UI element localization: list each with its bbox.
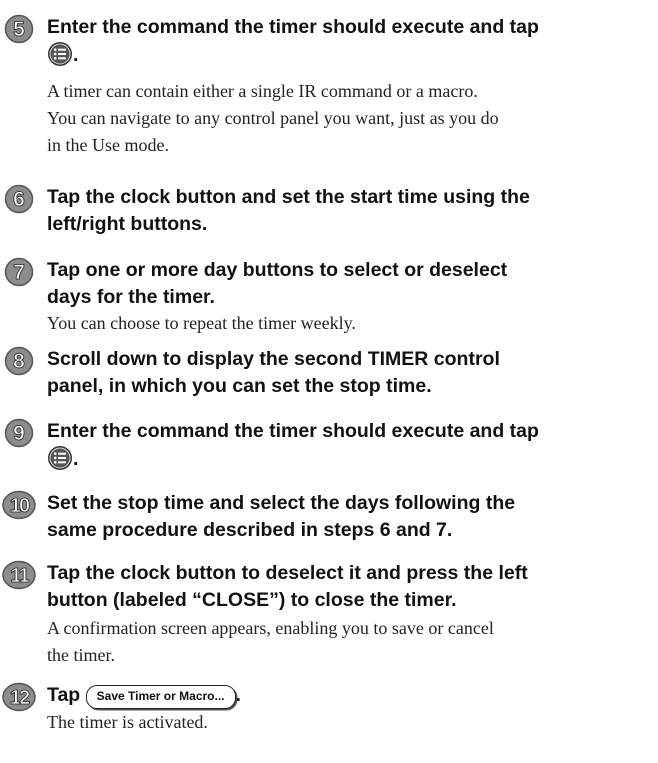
- step-description: A timer can contain either a single IR c…: [47, 81, 499, 155]
- step-number-badge: 8: [4, 346, 34, 376]
- step-heading: Tap the clock button to deselect it and …: [47, 562, 528, 611]
- step-number-badge: 11: [2, 560, 36, 590]
- step-heading: Tap Save Timer or Macro....: [47, 682, 655, 709]
- step-description: You can choose to repeat the timer weekl…: [47, 313, 356, 333]
- step-heading: Scroll down to display the second TIMER …: [47, 348, 500, 397]
- svg-text:7: 7: [13, 261, 25, 284]
- step-description: A confirmation screen appears, enabling …: [47, 618, 494, 665]
- step-number-badge: 6: [4, 184, 34, 214]
- step-number-badge: 12: [2, 682, 36, 712]
- step-number-badge: 9: [4, 418, 34, 448]
- step-heading: Tap one or more day buttons to select or…: [47, 259, 508, 308]
- step-heading: Enter the command the timer should execu…: [47, 420, 539, 471]
- step-number-badge: 7: [4, 257, 34, 287]
- step-number-badge: 5: [4, 14, 34, 44]
- step-heading: Tap the clock button and set the start t…: [47, 186, 530, 235]
- save-timer-or-macro-button[interactable]: Save Timer or Macro...: [85, 685, 236, 709]
- svg-text:10: 10: [10, 495, 30, 517]
- svg-text:6: 6: [13, 188, 25, 211]
- svg-text:11: 11: [10, 565, 29, 587]
- svg-text:9: 9: [13, 422, 25, 445]
- step-heading: Enter the command the timer should execu…: [47, 16, 539, 67]
- menu-list-icon: [47, 41, 73, 67]
- menu-list-icon: [47, 445, 73, 471]
- svg-text:12: 12: [10, 687, 30, 709]
- step-heading: Set the stop time and select the days fo…: [47, 492, 516, 541]
- step-number-badge: 10: [2, 490, 36, 520]
- step-description: The timer is activated.: [47, 712, 208, 732]
- svg-text:5: 5: [13, 18, 25, 41]
- svg-text:8: 8: [13, 350, 25, 373]
